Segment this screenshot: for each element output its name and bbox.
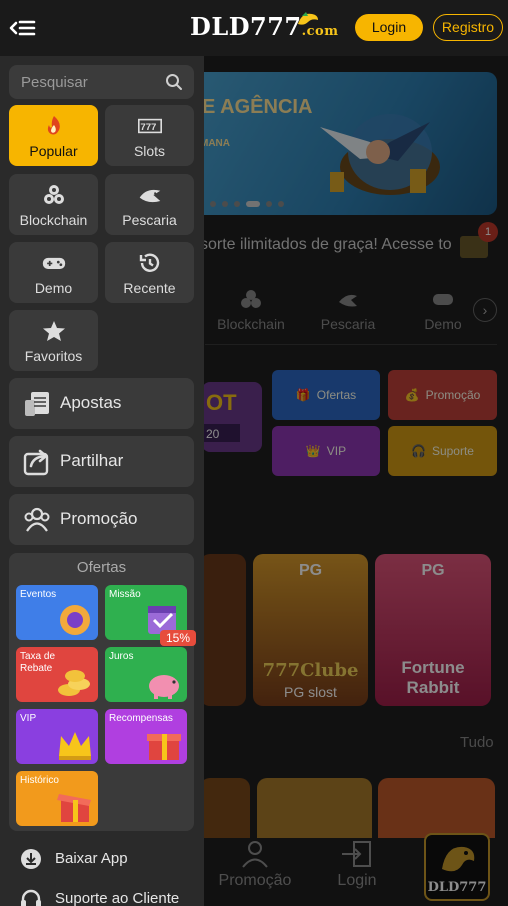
category-label: Recente <box>123 280 176 296</box>
menu-promocao[interactable]: Promoção <box>9 494 194 545</box>
offer-label: VIP <box>20 713 37 724</box>
side-drawer: Popular 777 Slots Blockchain Pescaria De… <box>0 56 204 906</box>
piggy-bank-icon <box>149 675 179 699</box>
category-label: Favoritos <box>24 348 83 364</box>
search-box <box>9 65 194 99</box>
offers-title: Ofertas <box>76 559 127 576</box>
offers-panel: Ofertas Eventos Missão Taxa de Rebate Ju… <box>9 553 194 831</box>
category-favoritos[interactable]: Favoritos <box>9 310 98 371</box>
menu-label: Apostas <box>60 393 122 412</box>
register-button[interactable]: Registro <box>433 14 503 41</box>
menu-label: Partilhar <box>60 451 124 470</box>
menu-apostas[interactable]: Apostas <box>9 378 194 429</box>
offer-recompensas[interactable]: Recompensas <box>105 709 187 764</box>
history-icon <box>139 253 159 272</box>
offer-juros[interactable]: Juros <box>105 647 187 702</box>
slot-777-icon: 777 <box>137 118 162 134</box>
gift-box-icon <box>57 794 91 822</box>
ring-icon <box>60 605 90 635</box>
category-pescaria[interactable]: Pescaria <box>105 174 194 235</box>
users-icon <box>24 507 50 532</box>
login-button[interactable]: Login <box>355 14 423 41</box>
category-label: Slots <box>133 143 166 159</box>
offer-eventos[interactable]: Eventos <box>16 585 98 640</box>
shark-icon <box>139 189 160 203</box>
blockchain-icon <box>43 185 64 204</box>
footer-label: Suporte ao Cliente <box>55 890 180 906</box>
bets-icon <box>25 392 49 416</box>
category-demo[interactable]: Demo <box>9 242 98 303</box>
category-label: Demo <box>34 280 73 296</box>
fire-icon <box>47 116 60 135</box>
logo-text: DLD777 <box>190 12 302 41</box>
offer-vip[interactable]: VIP <box>16 709 98 764</box>
category-blockchain[interactable]: Blockchain <box>9 174 98 235</box>
star-icon <box>42 321 65 341</box>
offer-historico[interactable]: Histórico <box>16 771 98 826</box>
category-popular[interactable]: Popular <box>9 105 98 166</box>
gamepad-icon <box>42 257 65 269</box>
top-bar: DLD777.com Login Registro <box>0 0 508 56</box>
offer-label: Juros <box>109 651 134 662</box>
category-label: Pescaria <box>122 212 177 228</box>
svg-text:777: 777 <box>140 122 156 133</box>
menu-label: Promoção <box>60 509 138 528</box>
menu-partilhar[interactable]: Partilhar <box>9 436 194 487</box>
share-icon <box>23 449 49 476</box>
offer-taxa-de-rebate[interactable]: Taxa de Rebate <box>16 647 98 702</box>
download-icon <box>21 849 41 869</box>
footer-label: Baixar App <box>55 850 128 867</box>
menu-collapse-icon[interactable] <box>8 14 36 42</box>
category-label: Blockchain <box>19 212 88 228</box>
logo-suffix: .com <box>301 24 339 39</box>
category-slots[interactable]: 777 Slots <box>105 105 194 166</box>
category-label: Popular <box>29 143 78 159</box>
search-icon[interactable] <box>165 73 183 91</box>
app-root: E AGÊNCIA MANA sorte ilimitados de graça… <box>0 0 508 906</box>
crown-icon <box>59 732 91 760</box>
search-input[interactable] <box>21 65 161 99</box>
interest-badge: 15% <box>160 630 196 646</box>
headset-icon <box>21 889 41 906</box>
gift-icon <box>147 734 181 760</box>
coins-icon <box>58 670 90 696</box>
dragon-icon <box>298 12 318 25</box>
category-recente[interactable]: Recente <box>105 242 194 303</box>
